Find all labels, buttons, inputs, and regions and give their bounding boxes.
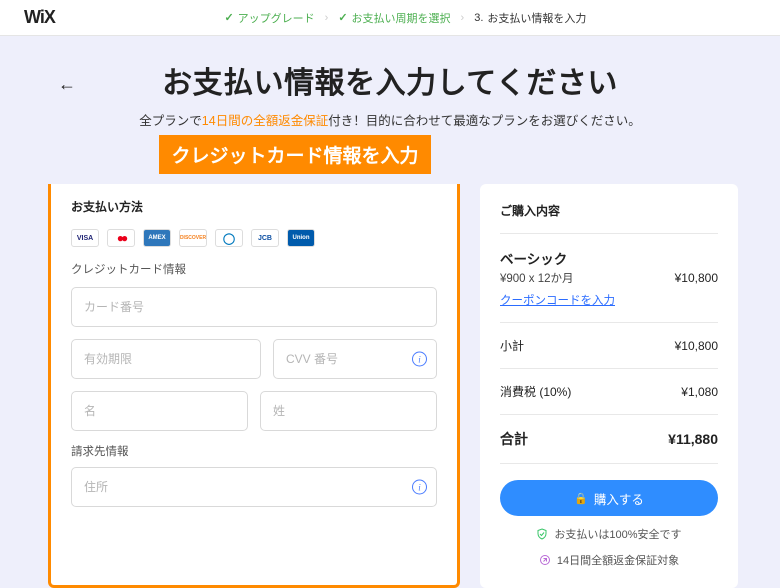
- assurance-refund-text: 14日間全額返金保証対象: [557, 552, 679, 568]
- info-icon[interactable]: i: [412, 480, 427, 495]
- total-row: 合計 ¥11,880: [500, 429, 718, 449]
- tax-value: ¥1,080: [681, 385, 718, 399]
- step-upgrade: ✓ アップグレード: [224, 10, 314, 26]
- subtotal-value: ¥10,800: [675, 339, 718, 353]
- total-label: 合計: [500, 429, 528, 449]
- cc-info-label: クレジットカード情報: [71, 261, 437, 277]
- logo: WiX: [24, 7, 55, 28]
- shield-check-icon: [536, 528, 548, 540]
- topbar: WiX ✓ アップグレード › ✓ お支払い周期を選択 › 3. お支払い情報を…: [0, 0, 780, 36]
- divider: [500, 368, 718, 369]
- subtitle-pre: 全プランで: [139, 114, 202, 128]
- checkout-steps: ✓ アップグレード › ✓ お支払い周期を選択 › 3. お支払い情報を入力: [224, 10, 586, 26]
- step-label: アップグレード: [238, 10, 315, 26]
- purchase-button[interactable]: 🔒 購入する: [500, 480, 718, 516]
- visa-icon: VISA: [71, 229, 99, 247]
- unionpay-icon: Union: [287, 229, 315, 247]
- accepted-cards: VISA ●● AMEX DISCOVER ◯ JCB Union: [71, 229, 437, 247]
- chevron-right-icon: ›: [325, 12, 329, 24]
- mastercard-icon: ●●: [107, 229, 135, 247]
- subtotal-row: 小計 ¥10,800: [500, 337, 718, 354]
- total-value: ¥11,880: [668, 431, 718, 447]
- payment-method-title: お支払い方法: [71, 198, 437, 215]
- subtitle-post: 付き！目的に合わせて最適なプランをお選びください。: [328, 114, 641, 128]
- amex-icon: AMEX: [143, 229, 171, 247]
- address-input[interactable]: [71, 467, 437, 507]
- assurance-refund: 14日間全額返金保証対象: [500, 552, 718, 568]
- step-number: 3.: [474, 12, 483, 24]
- assurance-safe-text: お支払いは100%安全です: [554, 526, 681, 542]
- chevron-right-icon: ›: [461, 12, 465, 24]
- hero: ← お支払い情報を入力してください 全プランで14日間の全額返金保証付き！目的に…: [0, 36, 780, 186]
- order-summary-title: ご購入内容: [500, 202, 718, 219]
- content: お支払い方法 VISA ●● AMEX DISCOVER ◯ JCB Union…: [0, 184, 780, 588]
- check-icon: ✓: [224, 11, 233, 24]
- plan-row: ベーシック ¥900 x 12か月 クーポンコードを入力 ¥10,800: [500, 248, 718, 308]
- refund-icon: [539, 554, 551, 566]
- step-billing-cycle: ✓ お支払い周期を選択: [338, 10, 450, 26]
- subtotal-label: 小計: [500, 337, 524, 354]
- order-summary-card: ご購入内容 ベーシック ¥900 x 12か月 クーポンコードを入力 ¥10,8…: [480, 184, 738, 588]
- jcb-icon: JCB: [251, 229, 279, 247]
- callout-banner: クレジットカード情報を入力: [159, 135, 430, 174]
- last-name-input[interactable]: [260, 391, 437, 431]
- card-number-input[interactable]: [71, 287, 437, 327]
- plan-price: ¥10,800: [675, 271, 718, 285]
- page-subtitle: 全プランで14日間の全額返金保証付き！目的に合わせて最適なプランをお選びください…: [40, 110, 740, 129]
- coupon-link[interactable]: クーポンコードを入力: [500, 292, 615, 308]
- subtitle-highlight: 14日間の全額返金保証: [202, 114, 328, 128]
- discover-icon: DISCOVER: [179, 229, 207, 247]
- step-payment-info: 3. お支払い情報を入力: [474, 10, 586, 26]
- purchase-label: 購入する: [594, 489, 644, 508]
- step-label: お支払い周期を選択: [352, 10, 451, 26]
- divider: [500, 414, 718, 415]
- check-icon: ✓: [338, 11, 347, 24]
- diners-icon: ◯: [215, 229, 243, 247]
- expiry-input[interactable]: [71, 339, 261, 379]
- page-title: お支払い情報を入力してください: [40, 58, 740, 102]
- assurance-safe: お支払いは100%安全です: [500, 526, 718, 542]
- divider: [500, 322, 718, 323]
- divider: [500, 233, 718, 234]
- step-label: お支払い情報を入力: [487, 10, 586, 26]
- divider: [500, 463, 718, 464]
- info-icon[interactable]: i: [412, 352, 427, 367]
- tax-row: 消費税 (10%) ¥1,080: [500, 383, 718, 400]
- back-button[interactable]: ←: [58, 74, 76, 95]
- lock-icon: 🔒: [574, 492, 588, 505]
- billing-info-label: 請求先情報: [71, 443, 437, 459]
- plan-sub: ¥900 x 12か月: [500, 270, 615, 286]
- tax-label: 消費税 (10%): [500, 383, 571, 400]
- plan-name: ベーシック: [500, 248, 615, 268]
- payment-form-card: お支払い方法 VISA ●● AMEX DISCOVER ◯ JCB Union…: [48, 184, 460, 588]
- first-name-input[interactable]: [71, 391, 248, 431]
